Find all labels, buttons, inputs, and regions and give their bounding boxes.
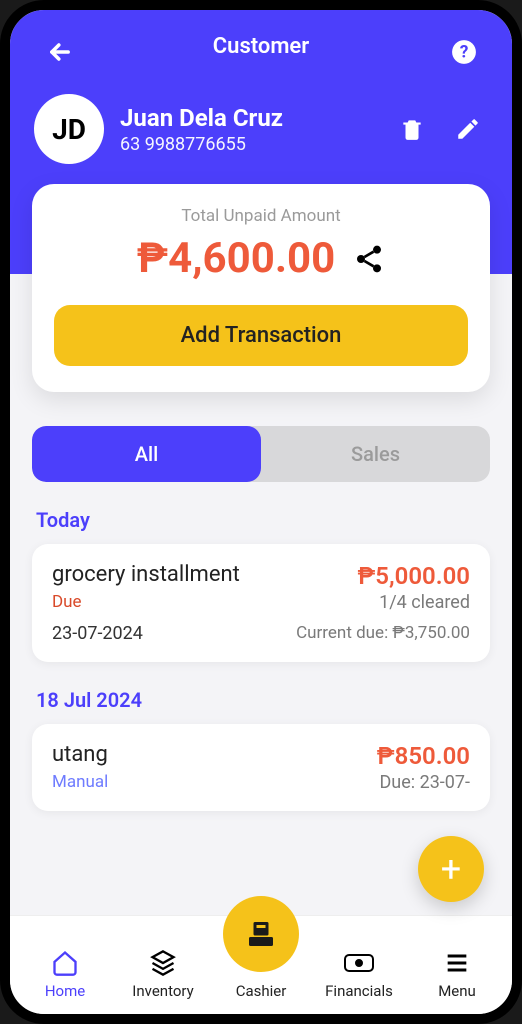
transaction-due-date: Due: 23-07- — [377, 772, 470, 793]
home-icon — [51, 948, 79, 978]
inventory-icon — [149, 948, 177, 978]
add-fab-button[interactable]: + — [418, 836, 484, 902]
transaction-title: utang — [52, 742, 108, 768]
share-button[interactable] — [353, 243, 385, 275]
transaction-current-due: Current due: ₱3,750.00 — [296, 623, 470, 644]
bottom-nav: Home Inventory Cashier Financials — [10, 915, 512, 1014]
plus-icon: + — [441, 848, 461, 890]
menu-icon — [443, 948, 471, 978]
financials-icon — [343, 948, 375, 978]
nav-label: Cashier — [236, 982, 287, 1000]
unpaid-summary-card: Total Unpaid Amount ₱4,600.00 Add Transa… — [32, 184, 490, 392]
customer-name: Juan Dela Cruz — [120, 104, 376, 132]
edit-customer-button[interactable] — [448, 109, 488, 149]
cashier-icon — [223, 896, 299, 972]
back-button[interactable] — [40, 32, 80, 72]
unpaid-label: Total Unpaid Amount — [54, 206, 468, 226]
nav-menu[interactable]: Menu — [410, 948, 503, 1000]
transaction-cleared: 1/4 cleared — [357, 592, 470, 613]
add-transaction-button[interactable]: Add Transaction — [54, 305, 468, 366]
transaction-row[interactable]: utang Manual ₱850.00 Due: 23-07- — [32, 724, 490, 811]
delete-customer-button[interactable] — [392, 109, 432, 149]
transaction-title: grocery installment — [52, 562, 240, 588]
transaction-tabs: All Sales — [32, 426, 490, 482]
section-date-header: 18 Jul 2024 — [36, 688, 486, 712]
nav-label: Inventory — [132, 982, 193, 1000]
tab-all[interactable]: All — [32, 426, 261, 482]
transaction-row[interactable]: grocery installment Due ₱5,000.00 1/4 cl… — [32, 544, 490, 662]
nav-home[interactable]: Home — [18, 948, 111, 1000]
transaction-status: Manual — [52, 772, 108, 792]
trash-icon — [399, 116, 425, 142]
section-date-header: Today — [36, 508, 486, 532]
transaction-status: Due — [52, 592, 240, 612]
help-icon: ? — [451, 39, 477, 65]
back-arrow-icon — [46, 38, 74, 66]
nav-cashier[interactable]: Cashier — [214, 924, 307, 1000]
nav-label: Home — [45, 982, 85, 1000]
pencil-icon — [455, 116, 481, 142]
page-title: Customer — [213, 34, 309, 59]
svg-text:?: ? — [460, 42, 469, 62]
nav-label: Menu — [438, 982, 476, 1000]
transaction-amount: ₱850.00 — [377, 742, 470, 770]
nav-label: Financials — [325, 982, 393, 1000]
nav-financials[interactable]: Financials — [312, 948, 405, 1000]
tab-sales[interactable]: Sales — [261, 426, 490, 482]
nav-inventory[interactable]: Inventory — [116, 948, 209, 1000]
share-icon — [353, 243, 385, 275]
transaction-amount: ₱5,000.00 — [357, 562, 470, 590]
customer-avatar: JD — [34, 94, 104, 164]
unpaid-amount: ₱4,600.00 — [137, 234, 335, 283]
help-button[interactable]: ? — [444, 32, 484, 72]
transaction-date: 23-07-2024 — [52, 623, 143, 644]
customer-phone: 63 9988776655 — [120, 134, 376, 155]
